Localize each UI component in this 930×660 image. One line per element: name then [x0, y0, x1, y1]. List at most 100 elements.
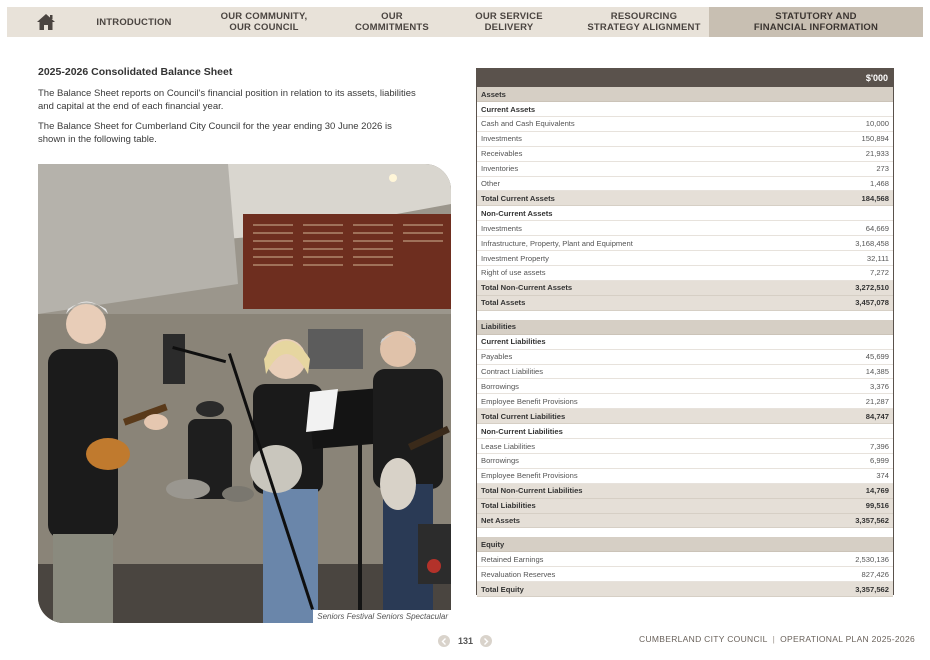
- row-label: Total Liabilities: [481, 501, 536, 511]
- row-label: Employee Benefit Provisions: [481, 396, 578, 406]
- row-label: Investments: [481, 223, 522, 233]
- table-row-section: Assets: [477, 87, 893, 102]
- footer-brand: CUMBERLAND CITY COUNCIL | OPERATIONAL PLAN…: [639, 634, 915, 644]
- row-value: 7,396: [869, 441, 889, 451]
- row-label: Current Liabilities: [481, 337, 546, 347]
- table-row-item: Right of use assets 7,272: [477, 266, 893, 281]
- row-label: Right of use assets: [481, 268, 546, 278]
- table-row-sub: Current Assets: [477, 102, 893, 117]
- row-label: Total Non-Current Liabilities: [481, 486, 583, 496]
- table-intro-paragraph: The Balance Sheet for Cumberland City Co…: [38, 121, 392, 145]
- table-row-total: Total Current Liabilities 84,747: [477, 409, 893, 425]
- table-row-item: Inventories 273: [477, 161, 893, 177]
- row-label: Payables: [481, 352, 513, 362]
- nav-statutory-financial-information[interactable]: STATUTORY AND FINANCIAL INFORMATION: [709, 7, 923, 37]
- table-row-section: Liabilities: [477, 319, 893, 335]
- row-label: Equity: [481, 539, 505, 549]
- table-row-total: Total Non-Current Assets 3,272,510: [477, 280, 893, 296]
- table-row-item: Investments 150,894: [477, 131, 893, 147]
- balance-sheet-table: $'000 Assets Current Assets Cash and Cash …: [476, 68, 894, 598]
- table-header: $'000: [477, 69, 893, 87]
- row-label: Non-Current Liabilities: [481, 426, 563, 436]
- row-value: 32,111: [866, 253, 889, 263]
- prev-page-button[interactable]: [438, 635, 450, 647]
- table-spacer: [477, 310, 893, 320]
- row-label: Investment Property: [481, 253, 549, 263]
- row-value: 3,272,510: [855, 283, 889, 293]
- org-name: CUMBERLAND CITY COUNCIL: [639, 634, 768, 644]
- next-page-button[interactable]: [480, 635, 492, 647]
- row-label: Total Non-Current Assets: [481, 283, 573, 293]
- row-value: 827,426: [861, 569, 889, 579]
- pagination: 131: [438, 635, 492, 647]
- table-row-item: Investment Property 32,111: [477, 251, 893, 267]
- page-number: 131: [458, 636, 474, 646]
- table-row-item: Retained Earnings 2,530,136: [477, 552, 893, 568]
- row-value: 21,933: [865, 149, 889, 159]
- footer-separator: |: [772, 634, 776, 644]
- table-row-item: Borrowings 6,999: [477, 454, 893, 469]
- table-row-item: Employee Benefit Provisions 374: [477, 468, 893, 484]
- row-value: 3,376: [869, 381, 889, 391]
- row-label: Revaluation Reserves: [481, 569, 556, 579]
- nav-our-community-our-council[interactable]: OUR COMMUNITY, OUR COUNCIL: [183, 7, 345, 37]
- row-label: Employee Benefit Provisions: [481, 471, 578, 481]
- row-label: Net Assets: [481, 516, 520, 526]
- row-label: Total Assets: [481, 298, 526, 308]
- row-value: 10,000: [865, 119, 889, 129]
- intro-paragraph: The Balance Sheet reports on Council's f…: [38, 88, 416, 112]
- table-row-sub: Non-Current Assets: [477, 206, 893, 222]
- table-row-section: Equity: [477, 537, 893, 553]
- row-label: Total Equity: [481, 584, 524, 594]
- row-value: 3,457,078: [855, 298, 889, 308]
- row-value: 3,357,562: [855, 516, 889, 526]
- table-row-total: Net Assets 3,357,562: [477, 513, 893, 529]
- table-row-item: Revaluation Reserves 827,426: [477, 567, 893, 583]
- unit-header: $'000: [865, 73, 888, 83]
- row-label: Lease Liabilities: [481, 441, 536, 451]
- row-value: 14,385: [865, 367, 889, 377]
- table-row-item: Other 1,468: [477, 176, 893, 192]
- nav-resourcing-strategy-alignment[interactable]: RESOURCING STRATEGY ALIGNMENT: [579, 7, 709, 37]
- row-label: Assets: [481, 89, 506, 99]
- table-row-total: Total Equity 3,357,562: [477, 582, 893, 598]
- nav-introduction[interactable]: INTRODUCTION: [85, 7, 183, 37]
- row-label: Inventories: [481, 164, 519, 174]
- row-value: 3,357,562: [855, 584, 889, 594]
- row-value: 21,287: [865, 396, 889, 406]
- row-value: 273: [876, 164, 889, 174]
- row-label: Total Current Liabilities: [481, 411, 566, 421]
- nav-our-commitments[interactable]: OUR COMMITMENTS: [345, 7, 439, 37]
- table-row-item: Cash and Cash Equivalents 10,000: [477, 117, 893, 132]
- table-row-total: Total Liabilities 99,516: [477, 498, 893, 514]
- table-body: Assets Current Assets Cash and Cash Equiva…: [477, 87, 893, 598]
- row-label: Borrowings: [481, 456, 519, 466]
- home-button[interactable]: [7, 7, 85, 37]
- table-row-item: Contract Liabilities 14,385: [477, 364, 893, 380]
- band-illustration: [38, 164, 451, 623]
- table-row-total: Total Current Assets 184,568: [477, 191, 893, 207]
- top-navigation: INTRODUCTION OUR COMMUNITY, OUR COUNCIL …: [7, 7, 923, 37]
- row-label: Borrowings: [481, 381, 519, 391]
- row-value: 45,699: [865, 352, 889, 362]
- table-row-item: Borrowings 3,376: [477, 379, 893, 395]
- table-row-sub: Non-Current Liabilities: [477, 424, 893, 440]
- table-row-item: Receivables 21,933: [477, 146, 893, 162]
- row-value: 374: [876, 471, 889, 481]
- row-label: Liabilities: [481, 322, 517, 332]
- row-value: 6,999: [869, 456, 889, 466]
- row-label: Current Assets: [481, 104, 536, 114]
- row-label: Receivables: [481, 149, 523, 159]
- home-icon: [37, 14, 55, 30]
- table-row-item: Infrastructure, Property, Plant and Equi…: [477, 236, 893, 252]
- table-row-sub: Current Liabilities: [477, 334, 893, 350]
- row-label: Total Current Assets: [481, 193, 555, 203]
- table-row-total: Total Non-Current Liabilities 14,769: [477, 483, 893, 499]
- row-label: Non-Current Assets: [481, 208, 553, 218]
- row-label: Contract Liabilities: [481, 367, 544, 377]
- row-value: 99,516: [865, 501, 889, 511]
- row-label: Cash and Cash Equivalents: [481, 119, 575, 129]
- nav-our-service-delivery[interactable]: OUR SERVICE DELIVERY: [439, 7, 579, 37]
- event-photo: Seniors Festival Seniors Spectacular: [38, 164, 451, 623]
- row-value: 3,168,458: [855, 238, 889, 248]
